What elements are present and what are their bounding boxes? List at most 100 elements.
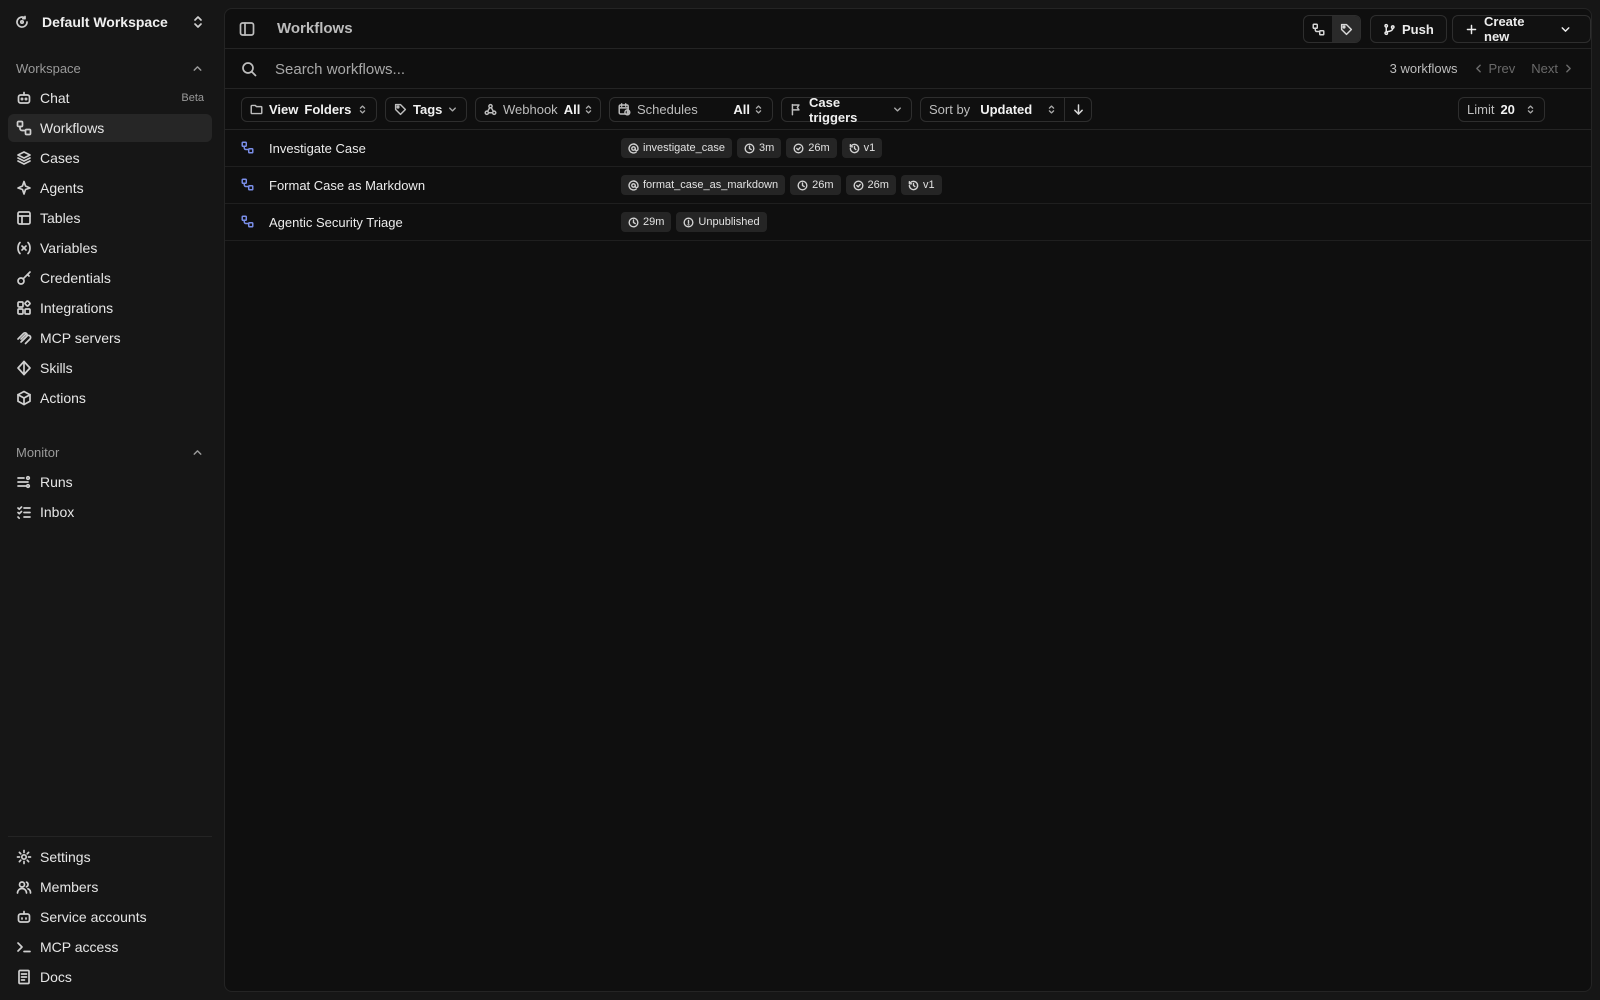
next-label: Next	[1531, 61, 1558, 76]
arrow-down-icon	[1072, 103, 1085, 116]
limit-key: Limit	[1467, 102, 1495, 117]
sidebar-item-inbox[interactable]: Inbox	[8, 498, 212, 526]
next-page-button[interactable]: Next	[1531, 61, 1575, 76]
sidebar-item-integrations[interactable]: Integrations	[8, 294, 212, 322]
webhook-filter[interactable]: Webhook All	[475, 97, 601, 122]
sidebar-item-credentials[interactable]: Credentials	[8, 264, 212, 292]
workflow-row[interactable]: Format Case as Markdown format_case_as_m…	[225, 167, 1591, 204]
mcp-icon	[16, 330, 32, 346]
chevron-up-down-icon	[357, 104, 368, 115]
sidebar-item-variables[interactable]: Variables	[8, 234, 212, 262]
book-icon	[16, 969, 32, 985]
search-input[interactable]	[275, 57, 875, 81]
gear-icon	[16, 849, 32, 865]
created-text: 26m	[867, 179, 889, 191]
clock-icon	[797, 179, 808, 191]
sidebar-item-tables[interactable]: Tables	[8, 204, 212, 232]
tag-icon	[1340, 23, 1353, 36]
sidebar-item-agents[interactable]: Agents	[8, 174, 212, 202]
sidebar-item-skills[interactable]: Skills	[8, 354, 212, 382]
limit-control[interactable]: Limit 20	[1458, 97, 1545, 122]
sidebar-item-label: Members	[40, 879, 99, 895]
sidebar-item-mcp-access[interactable]: MCP access	[8, 933, 212, 961]
case-triggers-filter[interactable]: Case triggers	[781, 95, 912, 125]
monitor-section-header[interactable]: Monitor	[8, 440, 212, 464]
sidebar-item-workflows[interactable]: Workflows	[8, 114, 212, 142]
alias-text: investigate_case	[643, 142, 725, 154]
page-title: Workflows	[277, 20, 353, 37]
sidebar-item-label: MCP access	[40, 939, 119, 955]
chevron-down-icon	[447, 104, 458, 115]
schedules-filter-key: Schedules	[637, 102, 698, 117]
sidebar-item-cases[interactable]: Cases	[8, 144, 212, 172]
workflow-name: Format Case as Markdown	[269, 178, 426, 193]
sidebar-item-runs[interactable]: Runs	[8, 468, 212, 496]
sidebar-item-actions[interactable]: Actions	[8, 384, 212, 412]
sidebar-item-chat[interactable]: Chat Beta	[8, 84, 212, 112]
workspace-switcher[interactable]: Default Workspace	[8, 8, 212, 36]
workflow-meta: investigate_case 3m 26m v1	[621, 138, 887, 158]
sort-direction-button[interactable]	[1064, 98, 1092, 121]
chevron-up-down-icon	[1525, 104, 1536, 115]
sidebar-item-docs[interactable]: Docs	[8, 963, 212, 991]
terminal-icon	[16, 939, 32, 955]
at-sign-icon	[628, 142, 639, 154]
chevron-down-icon	[892, 104, 903, 115]
workspace-section-header[interactable]: Workspace	[8, 56, 212, 80]
status-text: Unpublished	[698, 216, 760, 228]
workspace-logo-icon	[14, 14, 30, 30]
tags-filter[interactable]: Tags	[385, 97, 467, 122]
tags-view-button[interactable]	[1332, 16, 1360, 42]
bot-icon	[16, 909, 32, 925]
workflow-name: Agentic Security Triage	[269, 215, 403, 230]
chevron-left-icon	[1472, 62, 1485, 75]
workflow-row[interactable]: Agentic Security Triage 29m Unpublished	[225, 204, 1591, 241]
cube-icon	[16, 390, 32, 406]
workspace-section-label: Workspace	[16, 60, 81, 76]
chevron-up-icon	[191, 62, 204, 75]
schedules-filter[interactable]: Schedules All	[609, 97, 773, 122]
view-filter[interactable]: View Folders	[241, 97, 377, 122]
workflow-meta: format_case_as_markdown 26m 26m v1	[621, 175, 947, 195]
sidebar-item-label: Tables	[40, 210, 81, 226]
updated-text: 29m	[643, 216, 665, 228]
at-sign-icon	[628, 179, 639, 191]
prev-page-button[interactable]: Prev	[1472, 61, 1515, 76]
sidebar-item-settings[interactable]: Settings	[8, 843, 212, 871]
sidebar-item-label: Runs	[40, 474, 73, 490]
layers-icon	[16, 150, 32, 166]
workflow-row[interactable]: Investigate Case investigate_case 3m 26m…	[225, 130, 1591, 167]
sidebar-toggle-icon[interactable]	[239, 21, 255, 37]
variable-icon	[16, 240, 32, 256]
workflows-view-button[interactable]	[1304, 16, 1332, 42]
check-circle-icon	[793, 142, 804, 154]
created-chip: 26m	[786, 138, 837, 158]
create-new-button[interactable]: Create new	[1452, 14, 1591, 44]
view-mode-toggle	[1303, 15, 1361, 43]
unpublished-icon	[683, 216, 694, 228]
git-branch-icon	[1383, 23, 1396, 36]
runs-icon	[16, 474, 32, 490]
workflow-name: Investigate Case	[269, 141, 366, 156]
folder-icon	[250, 103, 263, 116]
sidebar-item-label: Chat	[40, 90, 70, 106]
push-button[interactable]: Push	[1370, 15, 1447, 43]
alias-chip: format_case_as_markdown	[621, 175, 786, 195]
monitor-section-label: Monitor	[16, 444, 60, 460]
updated-chip: 29m	[621, 212, 672, 232]
sidebar-item-mcp-servers[interactable]: MCP servers	[8, 324, 212, 352]
version-chip: v1	[841, 138, 883, 158]
check-circle-icon	[853, 179, 864, 191]
sidebar-item-service-accounts[interactable]: Service accounts	[8, 903, 212, 931]
filter-bar: View Folders Tags Webhook All Schedules …	[225, 89, 1591, 130]
sidebar: Default Workspace Workspace Chat Beta Wo…	[0, 0, 220, 1000]
chevron-right-icon	[1562, 62, 1575, 75]
create-new-label: Create new	[1484, 14, 1525, 44]
sidebar-item-members[interactable]: Members	[8, 873, 212, 901]
updated-text: 26m	[812, 179, 834, 191]
workflow-icon	[1311, 22, 1325, 36]
webhook-icon	[484, 103, 497, 116]
calendar-clock-icon	[618, 103, 631, 116]
push-label: Push	[1402, 21, 1434, 37]
tag-icon	[394, 103, 407, 116]
